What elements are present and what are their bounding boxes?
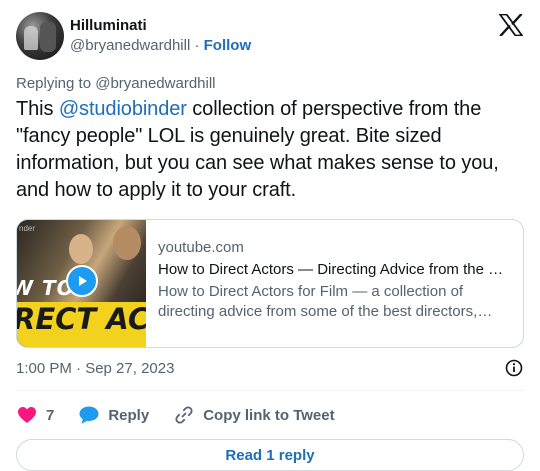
read-replies-button[interactable]: Read 1 reply — [16, 439, 524, 471]
link-title: How to Direct Actors — Directing Advice … — [158, 261, 511, 278]
follow-button[interactable]: Follow — [204, 37, 252, 54]
author-info: Hilluminati @bryanedwardhill · Follow — [70, 16, 251, 56]
heart-icon — [16, 404, 38, 426]
like-count: 7 — [46, 406, 55, 424]
thumbnail-title-bottom: RECT ACTOR — [17, 302, 146, 336]
avatar[interactable] — [16, 12, 64, 60]
link-description: How to Direct Actors for Film — a collec… — [158, 283, 478, 320]
mention-link[interactable]: @studiobinder — [59, 98, 187, 120]
tweet-text: This @studiobinder collection of perspec… — [16, 96, 524, 204]
tweet-card: Hilluminati @bryanedwardhill · Follow Re… — [0, 0, 540, 471]
reply-button[interactable]: Reply — [78, 404, 149, 426]
author-name[interactable]: Hilluminati — [70, 16, 251, 36]
reply-bubble-icon — [78, 404, 100, 426]
info-icon[interactable] — [504, 358, 524, 378]
author-handle[interactable]: @bryanedwardhill — [70, 37, 190, 54]
tweet-text-start: This — [16, 98, 59, 120]
reply-label: Reply — [108, 406, 150, 424]
timestamp-row: 1:00 PM · Sep 27, 2023 — [16, 358, 524, 378]
play-icon[interactable] — [66, 265, 98, 297]
x-logo-icon[interactable] — [498, 12, 524, 38]
separator-dot: · — [194, 37, 200, 54]
action-bar: 7 Reply Copy link to Tweet — [16, 391, 524, 439]
like-button[interactable]: 7 — [16, 404, 54, 426]
timestamp[interactable]: 1:00 PM · Sep 27, 2023 — [16, 360, 174, 377]
author-handle-line: @bryanedwardhill · Follow — [70, 36, 251, 56]
video-thumbnail[interactable]: nder W TO RECT ACTOR — [17, 220, 146, 347]
link-icon — [173, 404, 195, 426]
copy-link-button[interactable]: Copy link to Tweet — [173, 404, 335, 426]
tweet-header: Hilluminati @bryanedwardhill · Follow — [16, 12, 524, 60]
link-meta: youtube.com How to Direct Actors — Direc… — [146, 220, 523, 347]
link-domain: youtube.com — [158, 239, 244, 256]
replying-to: Replying to @bryanedwardhill — [16, 75, 216, 92]
copy-link-label: Copy link to Tweet — [203, 406, 335, 424]
thumbnail-brand: nder — [19, 224, 36, 233]
link-preview-card[interactable]: nder W TO RECT ACTOR youtube.com How to … — [16, 219, 524, 348]
